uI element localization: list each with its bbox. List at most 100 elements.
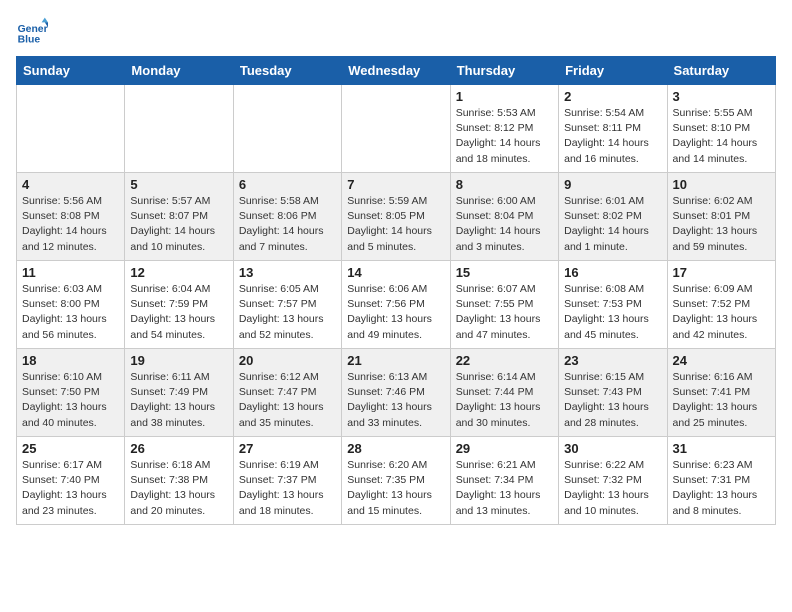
day-number: 29	[456, 441, 553, 456]
day-number: 8	[456, 177, 553, 192]
day-number: 17	[673, 265, 770, 280]
calendar-cell: 2 Sunrise: 5:54 AMSunset: 8:11 PMDaylight…	[559, 85, 667, 173]
weekday-header-tuesday: Tuesday	[233, 57, 341, 85]
page-header: General Blue	[16, 16, 776, 48]
day-number: 16	[564, 265, 661, 280]
calendar-cell: 28 Sunrise: 6:20 AMSunset: 7:35 PMDayligh…	[342, 437, 450, 525]
weekday-header-thursday: Thursday	[450, 57, 558, 85]
day-info: Sunrise: 6:17 AMSunset: 7:40 PMDaylight:…	[22, 458, 119, 519]
day-info: Sunrise: 6:04 AMSunset: 7:59 PMDaylight:…	[130, 282, 227, 343]
day-info: Sunrise: 6:18 AMSunset: 7:38 PMDaylight:…	[130, 458, 227, 519]
day-info: Sunrise: 6:01 AMSunset: 8:02 PMDaylight:…	[564, 194, 661, 255]
weekday-header-row: SundayMondayTuesdayWednesdayThursdayFrid…	[17, 57, 776, 85]
calendar-table: SundayMondayTuesdayWednesdayThursdayFrid…	[16, 56, 776, 525]
calendar-cell: 26 Sunrise: 6:18 AMSunset: 7:38 PMDayligh…	[125, 437, 233, 525]
day-info: Sunrise: 6:21 AMSunset: 7:34 PMDaylight:…	[456, 458, 553, 519]
calendar-cell	[17, 85, 125, 173]
day-number: 6	[239, 177, 336, 192]
calendar-cell: 4Sunrise: 5:56 AMSunset: 8:08 PMDaylight…	[17, 173, 125, 261]
day-number: 26	[130, 441, 227, 456]
logo: General Blue	[16, 16, 52, 48]
calendar-cell: 31 Sunrise: 6:23 AMSunset: 7:31 PMDayligh…	[667, 437, 775, 525]
day-number: 24	[673, 353, 770, 368]
calendar-cell: 5 Sunrise: 5:57 AMSunset: 8:07 PMDaylight…	[125, 173, 233, 261]
day-number: 12	[130, 265, 227, 280]
calendar-cell: 1 Sunrise: 5:53 AMSunset: 8:12 PMDaylight…	[450, 85, 558, 173]
calendar-cell: 20Sunrise: 6:12 AMSunset: 7:47 PMDayligh…	[233, 349, 341, 437]
day-info: Sunrise: 5:56 AMSunset: 8:08 PMDaylight:…	[22, 194, 119, 255]
calendar-cell: 10 Sunrise: 6:02 AMSunset: 8:01 PMDayligh…	[667, 173, 775, 261]
day-number: 28	[347, 441, 444, 456]
day-number: 21	[347, 353, 444, 368]
day-info: Sunrise: 5:53 AMSunset: 8:12 PMDaylight:…	[456, 106, 553, 167]
calendar-cell: 24 Sunrise: 6:16 AMSunset: 7:41 PMDayligh…	[667, 349, 775, 437]
day-number: 23	[564, 353, 661, 368]
calendar-cell: 30 Sunrise: 6:22 AMSunset: 7:32 PMDayligh…	[559, 437, 667, 525]
calendar-cell: 13 Sunrise: 6:05 AMSunset: 7:57 PMDayligh…	[233, 261, 341, 349]
day-number: 18	[22, 353, 119, 368]
calendar-week-row: 4Sunrise: 5:56 AMSunset: 8:08 PMDaylight…	[17, 173, 776, 261]
calendar-cell: 27Sunrise: 6:19 AMSunset: 7:37 PMDayligh…	[233, 437, 341, 525]
calendar-cell: 17 Sunrise: 6:09 AMSunset: 7:52 PMDayligh…	[667, 261, 775, 349]
day-number: 5	[130, 177, 227, 192]
day-number: 10	[673, 177, 770, 192]
day-number: 14	[347, 265, 444, 280]
weekday-header-saturday: Saturday	[667, 57, 775, 85]
day-number: 9	[564, 177, 661, 192]
calendar-cell: 16 Sunrise: 6:08 AMSunset: 7:53 PMDayligh…	[559, 261, 667, 349]
calendar-week-row: 25 Sunrise: 6:17 AMSunset: 7:40 PMDayligh…	[17, 437, 776, 525]
weekday-header-friday: Friday	[559, 57, 667, 85]
calendar-week-row: 18 Sunrise: 6:10 AMSunset: 7:50 PMDayligh…	[17, 349, 776, 437]
day-info: Sunrise: 6:23 AMSunset: 7:31 PMDaylight:…	[673, 458, 770, 519]
day-info: Sunrise: 6:00 AMSunset: 8:04 PMDaylight:…	[456, 194, 553, 255]
day-info: Sunrise: 6:08 AMSunset: 7:53 PMDaylight:…	[564, 282, 661, 343]
calendar-cell: 22 Sunrise: 6:14 AMSunset: 7:44 PMDayligh…	[450, 349, 558, 437]
day-info: Sunrise: 6:22 AMSunset: 7:32 PMDaylight:…	[564, 458, 661, 519]
day-number: 7	[347, 177, 444, 192]
calendar-week-row: 1 Sunrise: 5:53 AMSunset: 8:12 PMDaylight…	[17, 85, 776, 173]
calendar-cell: 3 Sunrise: 5:55 AMSunset: 8:10 PMDaylight…	[667, 85, 775, 173]
day-info: Sunrise: 5:57 AMSunset: 8:07 PMDaylight:…	[130, 194, 227, 255]
calendar-cell: 19Sunrise: 6:11 AMSunset: 7:49 PMDayligh…	[125, 349, 233, 437]
day-number: 25	[22, 441, 119, 456]
calendar-cell: 9 Sunrise: 6:01 AMSunset: 8:02 PMDaylight…	[559, 173, 667, 261]
day-number: 11	[22, 265, 119, 280]
day-number: 2	[564, 89, 661, 104]
day-info: Sunrise: 6:14 AMSunset: 7:44 PMDaylight:…	[456, 370, 553, 431]
day-info: Sunrise: 6:20 AMSunset: 7:35 PMDaylight:…	[347, 458, 444, 519]
day-info: Sunrise: 5:58 AMSunset: 8:06 PMDaylight:…	[239, 194, 336, 255]
calendar-cell	[342, 85, 450, 173]
calendar-week-row: 11 Sunrise: 6:03 AMSunset: 8:00 PMDayligh…	[17, 261, 776, 349]
day-info: Sunrise: 5:54 AMSunset: 8:11 PMDaylight:…	[564, 106, 661, 167]
day-info: Sunrise: 5:59 AMSunset: 8:05 PMDaylight:…	[347, 194, 444, 255]
day-info: Sunrise: 6:05 AMSunset: 7:57 PMDaylight:…	[239, 282, 336, 343]
day-info: Sunrise: 6:03 AMSunset: 8:00 PMDaylight:…	[22, 282, 119, 343]
day-info: Sunrise: 6:02 AMSunset: 8:01 PMDaylight:…	[673, 194, 770, 255]
day-number: 22	[456, 353, 553, 368]
day-number: 1	[456, 89, 553, 104]
day-info: Sunrise: 6:13 AMSunset: 7:46 PMDaylight:…	[347, 370, 444, 431]
day-number: 20	[239, 353, 336, 368]
calendar-cell: 21 Sunrise: 6:13 AMSunset: 7:46 PMDayligh…	[342, 349, 450, 437]
logo-icon: General Blue	[16, 16, 48, 48]
calendar-cell	[233, 85, 341, 173]
day-info: Sunrise: 6:15 AMSunset: 7:43 PMDaylight:…	[564, 370, 661, 431]
day-info: Sunrise: 6:16 AMSunset: 7:41 PMDaylight:…	[673, 370, 770, 431]
calendar-cell: 6 Sunrise: 5:58 AMSunset: 8:06 PMDaylight…	[233, 173, 341, 261]
weekday-header-wednesday: Wednesday	[342, 57, 450, 85]
calendar-cell: 12 Sunrise: 6:04 AMSunset: 7:59 PMDayligh…	[125, 261, 233, 349]
day-number: 15	[456, 265, 553, 280]
calendar-cell: 25 Sunrise: 6:17 AMSunset: 7:40 PMDayligh…	[17, 437, 125, 525]
day-info: Sunrise: 6:09 AMSunset: 7:52 PMDaylight:…	[673, 282, 770, 343]
weekday-header-sunday: Sunday	[17, 57, 125, 85]
calendar-cell: 14Sunrise: 6:06 AMSunset: 7:56 PMDayligh…	[342, 261, 450, 349]
day-number: 13	[239, 265, 336, 280]
day-info: Sunrise: 5:55 AMSunset: 8:10 PMDaylight:…	[673, 106, 770, 167]
day-number: 27	[239, 441, 336, 456]
day-number: 30	[564, 441, 661, 456]
calendar-cell: 8 Sunrise: 6:00 AMSunset: 8:04 PMDaylight…	[450, 173, 558, 261]
day-info: Sunrise: 6:10 AMSunset: 7:50 PMDaylight:…	[22, 370, 119, 431]
calendar-cell: 11 Sunrise: 6:03 AMSunset: 8:00 PMDayligh…	[17, 261, 125, 349]
day-number: 31	[673, 441, 770, 456]
day-number: 3	[673, 89, 770, 104]
